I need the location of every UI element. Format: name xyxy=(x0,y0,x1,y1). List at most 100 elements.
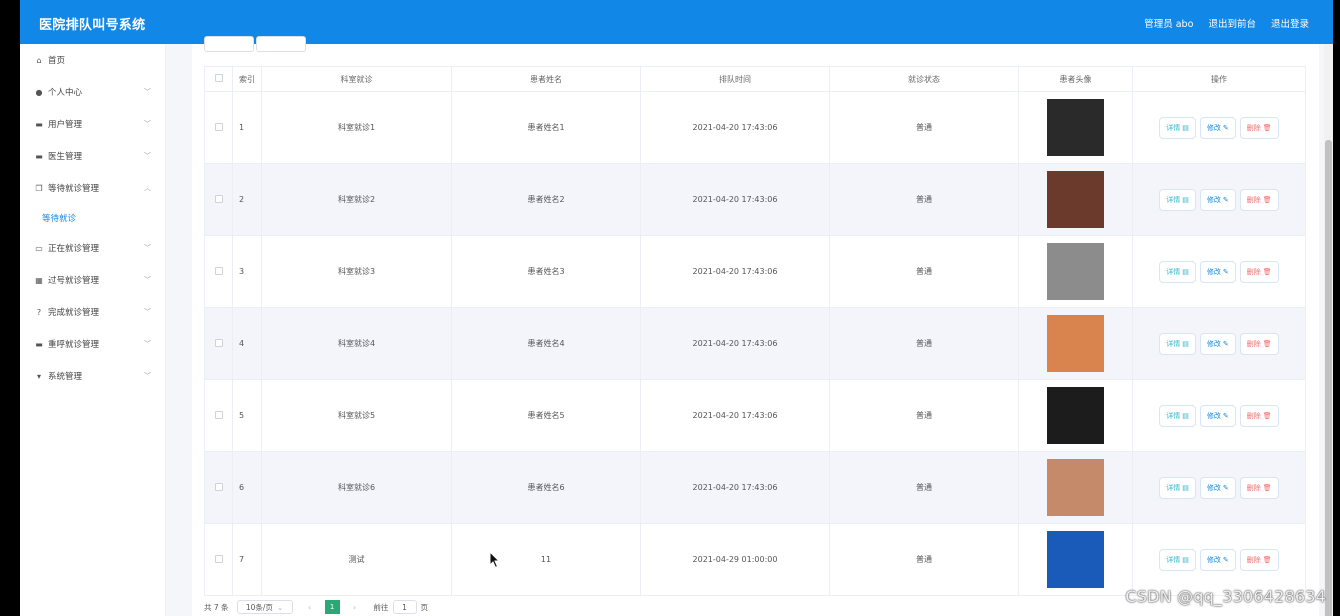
header-index[interactable]: 索引 xyxy=(232,66,262,92)
page-size-select[interactable]: 10条/页 ⌄ xyxy=(236,600,293,614)
cell-avatar xyxy=(1018,379,1133,452)
goto-page-input[interactable]: 1 xyxy=(392,600,417,614)
table-row[interactable]: 3 科室就诊3 患者姓名3 2021-04-20 17:43:06 普通 详情 ▤ 修改 ✎ 删除… xyxy=(204,235,1306,308)
edit-label: 修改 xyxy=(1206,339,1221,348)
cell-name: 患者姓名5 xyxy=(451,379,641,452)
view-button[interactable]: 详情 ▤ xyxy=(1159,476,1196,499)
table-row[interactable]: 4 科室就诊4 患者姓名4 2021-04-20 17:43:06 普通 详情 ▤ 修改 ✎ 删除… xyxy=(204,307,1306,380)
row-checkbox-cell[interactable] xyxy=(204,523,233,596)
view-button[interactable]: 详情 ▤ xyxy=(1159,404,1196,427)
sidebar-item[interactable]: ▬ 用户管理 ﹀ xyxy=(20,108,165,140)
row-checkbox[interactable] xyxy=(214,194,223,203)
sidebar-item[interactable]: ▬ 医生管理 ﹀ xyxy=(20,140,165,172)
main-content: 索引 科室就诊 患者姓名 排队时间 就诊状态 患者头像 操作 1 科室就诊1 患者姓… xyxy=(182,36,1333,616)
sidebar: ⌂ 首页 ● 个人中心 ﹀ ▬ 用户管理 ﹀ ▬ 医生管理 ﹀ ❐ 等待就诊管理 ︿ 等待就诊 ▭ 正在就诊管理… xyxy=(20,44,166,616)
delete-button[interactable]: 删除 🗑 xyxy=(1239,188,1279,211)
cell-status: 普通 xyxy=(829,379,1019,452)
row-checkbox-cell[interactable] xyxy=(204,379,233,452)
chevron-down-icon: ﹀ xyxy=(144,372,151,380)
edit-button[interactable]: 修改 ✎ xyxy=(1199,332,1236,355)
sidebar-item[interactable]: ▾ 系统管理 ﹀ xyxy=(20,360,165,392)
app-window: 医院排队叫号系统 管理员 abo 退出到前台 退出登录 ⌂ 首页 ● 个人中心 ﹀ ▬ 用户… xyxy=(20,0,1333,616)
prev-page-icon[interactable]: ‹ xyxy=(301,600,319,614)
table-row[interactable]: 6 科室就诊6 患者姓名6 2021-04-20 17:43:06 普通 详情 ▤ 修改 ✎ 删除… xyxy=(204,451,1306,524)
table-row[interactable]: 2 科室就诊2 患者姓名2 2021-04-20 17:43:06 普通 详情 ▤ 修改 ✎ 删除… xyxy=(204,163,1306,236)
select-all-checkbox[interactable] xyxy=(214,74,223,82)
sidebar-item[interactable]: ❐ 等待就诊管理 ︿ xyxy=(20,172,165,204)
patient-avatar[interactable] xyxy=(1047,171,1104,228)
sidebar-item[interactable]: ? 完成就诊管理 ﹀ xyxy=(20,296,165,328)
scrollbar-thumb[interactable] xyxy=(1325,140,1332,616)
row-checkbox[interactable] xyxy=(214,122,223,131)
sidebar-item[interactable]: ▭ 正在就诊管理 ﹀ xyxy=(20,232,165,264)
edit-button[interactable]: 修改 ✎ xyxy=(1199,188,1236,211)
delete-button[interactable]: 删除 🗑 xyxy=(1239,476,1279,499)
view-button[interactable]: 详情 ▤ xyxy=(1159,260,1196,283)
logout-link[interactable]: 退出登录 xyxy=(1271,19,1309,30)
toolbar-button[interactable] xyxy=(204,36,254,52)
view-label: 详情 xyxy=(1166,339,1181,348)
row-checkbox[interactable] xyxy=(214,554,223,563)
patient-avatar[interactable] xyxy=(1047,99,1104,156)
sidebar-subitem-waiting[interactable]: 等待就诊 xyxy=(20,204,165,232)
row-checkbox[interactable] xyxy=(214,338,223,347)
exit-to-front-link[interactable]: 退出到前台 xyxy=(1208,19,1256,30)
sidebar-item[interactable]: ▦ 过号就诊管理 ﹀ xyxy=(20,264,165,296)
delete-button[interactable]: 删除 🗑 xyxy=(1239,332,1279,355)
next-page-icon[interactable]: › xyxy=(346,600,364,614)
delete-button[interactable]: 删除 🗑 xyxy=(1239,404,1279,427)
sidebar-item[interactable]: ● 个人中心 ﹀ xyxy=(20,76,165,108)
chevron-down-icon: ﹀ xyxy=(144,276,151,284)
row-checkbox[interactable] xyxy=(214,482,223,491)
sidebar-item[interactable]: ⌂ 首页 xyxy=(20,44,165,76)
table-row[interactable]: 5 科室就诊5 患者姓名5 2021-04-20 17:43:06 普通 详情 ▤ 修改 ✎ 删除… xyxy=(204,379,1306,452)
patient-avatar[interactable] xyxy=(1047,243,1104,300)
monitor-icon: ▬ xyxy=(35,119,43,129)
patient-avatar[interactable] xyxy=(1047,387,1104,444)
row-checkbox[interactable] xyxy=(214,410,223,419)
view-button[interactable]: 详情 ▤ xyxy=(1159,188,1196,211)
header-status[interactable]: 就诊状态 xyxy=(829,66,1019,92)
select-all-checkbox-cell[interactable] xyxy=(204,66,233,92)
view-button[interactable]: 详情 ▤ xyxy=(1159,332,1196,355)
table-row[interactable]: 7 测试 11 2021-04-29 01:00:00 普通 详情 ▤ 修改 ✎ 删除 🗑 xyxy=(204,523,1306,596)
patient-avatar[interactable] xyxy=(1047,315,1104,372)
table-row[interactable]: 1 科室就诊1 患者姓名1 2021-04-20 17:43:06 普通 详情 ▤ 修改 ✎ 删除… xyxy=(204,91,1306,164)
edit-icon: ✎ xyxy=(1222,411,1229,420)
grid-icon: ▦ xyxy=(35,275,43,285)
cell-time: 2021-04-20 17:43:06 xyxy=(640,307,830,380)
scrollbar[interactable] xyxy=(1324,44,1333,616)
row-checkbox-cell[interactable] xyxy=(204,163,233,236)
edit-button[interactable]: 修改 ✎ xyxy=(1199,548,1236,571)
header-dept[interactable]: 科室就诊 xyxy=(261,66,452,92)
delete-button[interactable]: 删除 🗑 xyxy=(1239,260,1279,283)
patient-avatar[interactable] xyxy=(1047,459,1104,516)
current-page-button[interactable]: 1 xyxy=(324,600,340,614)
row-checkbox-cell[interactable] xyxy=(204,235,233,308)
edit-button[interactable]: 修改 ✎ xyxy=(1199,116,1236,139)
cell-dept: 科室就诊2 xyxy=(261,163,452,236)
edit-button[interactable]: 修改 ✎ xyxy=(1199,404,1236,427)
row-checkbox-cell[interactable] xyxy=(204,451,233,524)
cell-name: 患者姓名6 xyxy=(451,451,641,524)
trash-icon: 🗑 xyxy=(1262,267,1272,276)
view-label: 详情 xyxy=(1166,123,1181,132)
header-time[interactable]: 排队时间 xyxy=(640,66,830,92)
patient-avatar[interactable] xyxy=(1047,531,1104,588)
view-button[interactable]: 详情 ▤ xyxy=(1159,548,1196,571)
view-button[interactable]: 详情 ▤ xyxy=(1159,116,1196,139)
row-checkbox-cell[interactable] xyxy=(204,307,233,380)
edit-button[interactable]: 修改 ✎ xyxy=(1199,260,1236,283)
row-checkbox[interactable] xyxy=(214,266,223,275)
delete-label: 删除 xyxy=(1246,267,1261,276)
trash-icon: 🗑 xyxy=(1262,195,1272,204)
admin-user-label[interactable]: 管理员 abo xyxy=(1144,19,1193,30)
sidebar-item[interactable]: ▬ 重呼就诊管理 ﹀ xyxy=(20,328,165,360)
delete-button[interactable]: 删除 🗑 xyxy=(1239,116,1279,139)
edit-button[interactable]: 修改 ✎ xyxy=(1199,476,1236,499)
cell-index: 3 xyxy=(232,235,262,308)
header-name[interactable]: 患者姓名 xyxy=(451,66,641,92)
delete-button[interactable]: 删除 🗑 xyxy=(1239,548,1279,571)
toolbar-button[interactable] xyxy=(256,36,306,52)
row-checkbox-cell[interactable] xyxy=(204,91,233,164)
